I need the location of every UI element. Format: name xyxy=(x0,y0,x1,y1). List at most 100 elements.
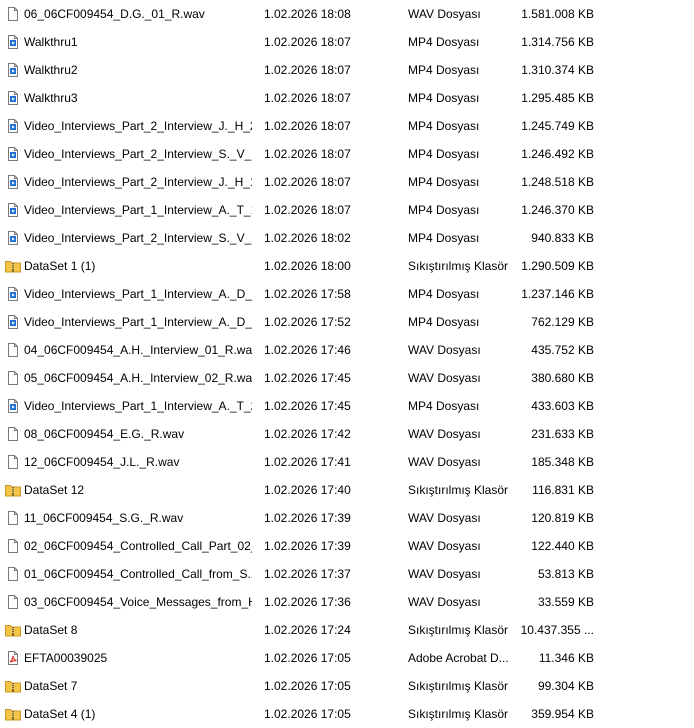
file-size: 231.633 KB xyxy=(531,427,594,441)
file-type: MP4 Dosyası xyxy=(408,35,480,49)
file-size: 1.290.509 KB xyxy=(521,259,594,273)
file-size: 1.237.146 KB xyxy=(521,287,594,301)
file-type: MP4 Dosyası xyxy=(408,63,480,77)
file-row[interactable]: 06_06CF009454_D.G._01_R.wav 1.02.2026 18… xyxy=(0,0,694,28)
file-date-modified: 1.02.2026 17:05 xyxy=(264,679,351,693)
file-size: 185.348 KB xyxy=(531,455,594,469)
file-type: Sıkıştırılmış Klasör xyxy=(408,623,509,637)
file-row[interactable]: 03_06CF009454_Voice_Messages_from_H... 1… xyxy=(0,588,694,616)
file-row[interactable]: DataSet 8 1.02.2026 17:24 Sıkıştırılmış … xyxy=(0,616,694,644)
file-row[interactable]: 04_06CF009454_A.H._Interview_01_R.wav 1.… xyxy=(0,336,694,364)
file-type: MP4 Dosyası xyxy=(408,91,480,105)
file-date-modified: 1.02.2026 17:39 xyxy=(264,511,351,525)
file-date-modified: 1.02.2026 18:02 xyxy=(264,231,351,245)
file-row[interactable]: Walkthru2 1.02.2026 18:07 MP4 Dosyası 1.… xyxy=(0,56,694,84)
file-row[interactable]: Video_Interviews_Part_1_Interview_A._T_1… xyxy=(0,196,694,224)
file-date-modified: 1.02.2026 18:07 xyxy=(264,35,351,49)
file-name: 05_06CF009454_A.H._Interview_02_R.wav xyxy=(24,371,252,385)
audio-file-icon xyxy=(5,538,21,554)
file-size: 1.310.374 KB xyxy=(521,63,594,77)
file-row[interactable]: 12_06CF009454_J.L._R.wav 1.02.2026 17:41… xyxy=(0,448,694,476)
file-date-modified: 1.02.2026 17:45 xyxy=(264,399,351,413)
file-row[interactable]: DataSet 4 (1) 1.02.2026 17:05 Sıkıştırıl… xyxy=(0,700,694,728)
file-type: MP4 Dosyası xyxy=(408,287,480,301)
file-date-modified: 1.02.2026 17:58 xyxy=(264,287,351,301)
file-list: 06_06CF009454_D.G._01_R.wav 1.02.2026 18… xyxy=(0,0,694,728)
file-row[interactable]: Video_Interviews_Part_1_Interview_A._D_2… xyxy=(0,308,694,336)
file-row[interactable]: 11_06CF009454_S.G._R.wav 1.02.2026 17:39… xyxy=(0,504,694,532)
file-date-modified: 1.02.2026 17:42 xyxy=(264,427,351,441)
file-date-modified: 1.02.2026 18:07 xyxy=(264,175,351,189)
file-size: 433.603 KB xyxy=(531,399,594,413)
file-type: WAV Dosyası xyxy=(408,595,481,609)
file-type: Sıkıştırılmış Klasör xyxy=(408,679,509,693)
file-row[interactable]: DataSet 1 (1) 1.02.2026 18:00 Sıkıştırıl… xyxy=(0,252,694,280)
file-row[interactable]: DataSet 12 1.02.2026 17:40 Sıkıştırılmış… xyxy=(0,476,694,504)
file-size: 940.833 KB xyxy=(531,231,594,245)
video-file-icon xyxy=(5,34,21,50)
file-date-modified: 1.02.2026 17:05 xyxy=(264,707,351,721)
file-row[interactable]: Video_Interviews_Part_2_Interview_S._V_1… xyxy=(0,140,694,168)
file-date-modified: 1.02.2026 17:40 xyxy=(264,483,351,497)
file-row[interactable]: EFTA00039025 1.02.2026 17:05 Adobe Acrob… xyxy=(0,644,694,672)
file-row[interactable]: Walkthru1 1.02.2026 18:07 MP4 Dosyası 1.… xyxy=(0,28,694,56)
file-row[interactable]: Video_Interviews_Part_1_Interview_A._D_1… xyxy=(0,280,694,308)
file-name: Video_Interviews_Part_2_Interview_J._H_2 xyxy=(24,119,252,133)
file-row[interactable]: DataSet 7 1.02.2026 17:05 Sıkıştırılmış … xyxy=(0,672,694,700)
file-date-modified: 1.02.2026 17:37 xyxy=(264,567,351,581)
file-date-modified: 1.02.2026 18:07 xyxy=(264,147,351,161)
file-row[interactable]: Video_Interviews_Part_2_Interview_J._H_2… xyxy=(0,112,694,140)
file-type: Sıkıştırılmış Klasör xyxy=(408,259,509,273)
file-size: 1.295.485 KB xyxy=(521,91,594,105)
file-row[interactable]: Walkthru3 1.02.2026 18:07 MP4 Dosyası 1.… xyxy=(0,84,694,112)
video-file-icon xyxy=(5,286,21,302)
video-file-icon xyxy=(5,314,21,330)
file-type: WAV Dosyası xyxy=(408,455,481,469)
file-type: Sıkıştırılmış Klasör xyxy=(408,483,509,497)
file-name: DataSet 4 (1) xyxy=(24,707,96,721)
file-name: Walkthru3 xyxy=(24,91,78,105)
file-name: Walkthru2 xyxy=(24,63,78,77)
file-date-modified: 1.02.2026 18:00 xyxy=(264,259,351,273)
file-row[interactable]: 05_06CF009454_A.H._Interview_02_R.wav 1.… xyxy=(0,364,694,392)
file-name: Video_Interviews_Part_2_Interview_S._V_2 xyxy=(24,231,252,245)
file-date-modified: 1.02.2026 17:05 xyxy=(264,651,351,665)
file-name: Video_Interviews_Part_1_Interview_A._D_1 xyxy=(24,287,252,301)
file-name: Video_Interviews_Part_1_Interview_A._D_2 xyxy=(24,315,252,329)
file-type: MP4 Dosyası xyxy=(408,175,480,189)
file-row[interactable]: Video_Interviews_Part_1_Interview_A._T_2… xyxy=(0,392,694,420)
file-size: 53.813 KB xyxy=(537,567,594,581)
file-name: Video_Interviews_Part_1_Interview_A._T_1 xyxy=(24,203,252,217)
file-name: 02_06CF009454_Controlled_Call_Part_02_..… xyxy=(24,539,252,553)
file-size: 122.440 KB xyxy=(531,539,594,553)
video-file-icon xyxy=(5,146,21,162)
file-row[interactable]: 01_06CF009454_Controlled_Call_from_S....… xyxy=(0,560,694,588)
zip-folder-icon xyxy=(5,482,21,498)
file-name: 01_06CF009454_Controlled_Call_from_S.... xyxy=(24,567,252,581)
file-type: WAV Dosyası xyxy=(408,567,481,581)
file-date-modified: 1.02.2026 17:45 xyxy=(264,371,351,385)
file-size: 1.246.370 KB xyxy=(521,203,594,217)
file-row[interactable]: Video_Interviews_Part_2_Interview_J._H_1… xyxy=(0,168,694,196)
pdf-file-icon xyxy=(5,650,21,666)
video-file-icon xyxy=(5,174,21,190)
zip-folder-icon xyxy=(5,706,21,722)
file-size: 1.248.518 KB xyxy=(521,175,594,189)
file-size: 11.346 KB xyxy=(538,651,594,665)
file-date-modified: 1.02.2026 18:07 xyxy=(264,63,351,77)
file-row[interactable]: 02_06CF009454_Controlled_Call_Part_02_..… xyxy=(0,532,694,560)
video-file-icon xyxy=(5,90,21,106)
file-type: Sıkıştırılmış Klasör xyxy=(408,707,509,721)
file-name: 12_06CF009454_J.L._R.wav xyxy=(24,455,180,469)
file-name: DataSet 7 xyxy=(24,679,78,693)
video-file-icon xyxy=(5,202,21,218)
file-type: MP4 Dosyası xyxy=(408,399,480,413)
file-row[interactable]: Video_Interviews_Part_2_Interview_S._V_2… xyxy=(0,224,694,252)
file-type: MP4 Dosyası xyxy=(408,147,480,161)
file-type: MP4 Dosyası xyxy=(408,315,480,329)
file-size: 120.819 KB xyxy=(531,511,594,525)
audio-file-icon xyxy=(5,370,21,386)
file-row[interactable]: 08_06CF009454_E.G._R.wav 1.02.2026 17:42… xyxy=(0,420,694,448)
file-date-modified: 1.02.2026 18:07 xyxy=(264,119,351,133)
audio-file-icon xyxy=(5,426,21,442)
